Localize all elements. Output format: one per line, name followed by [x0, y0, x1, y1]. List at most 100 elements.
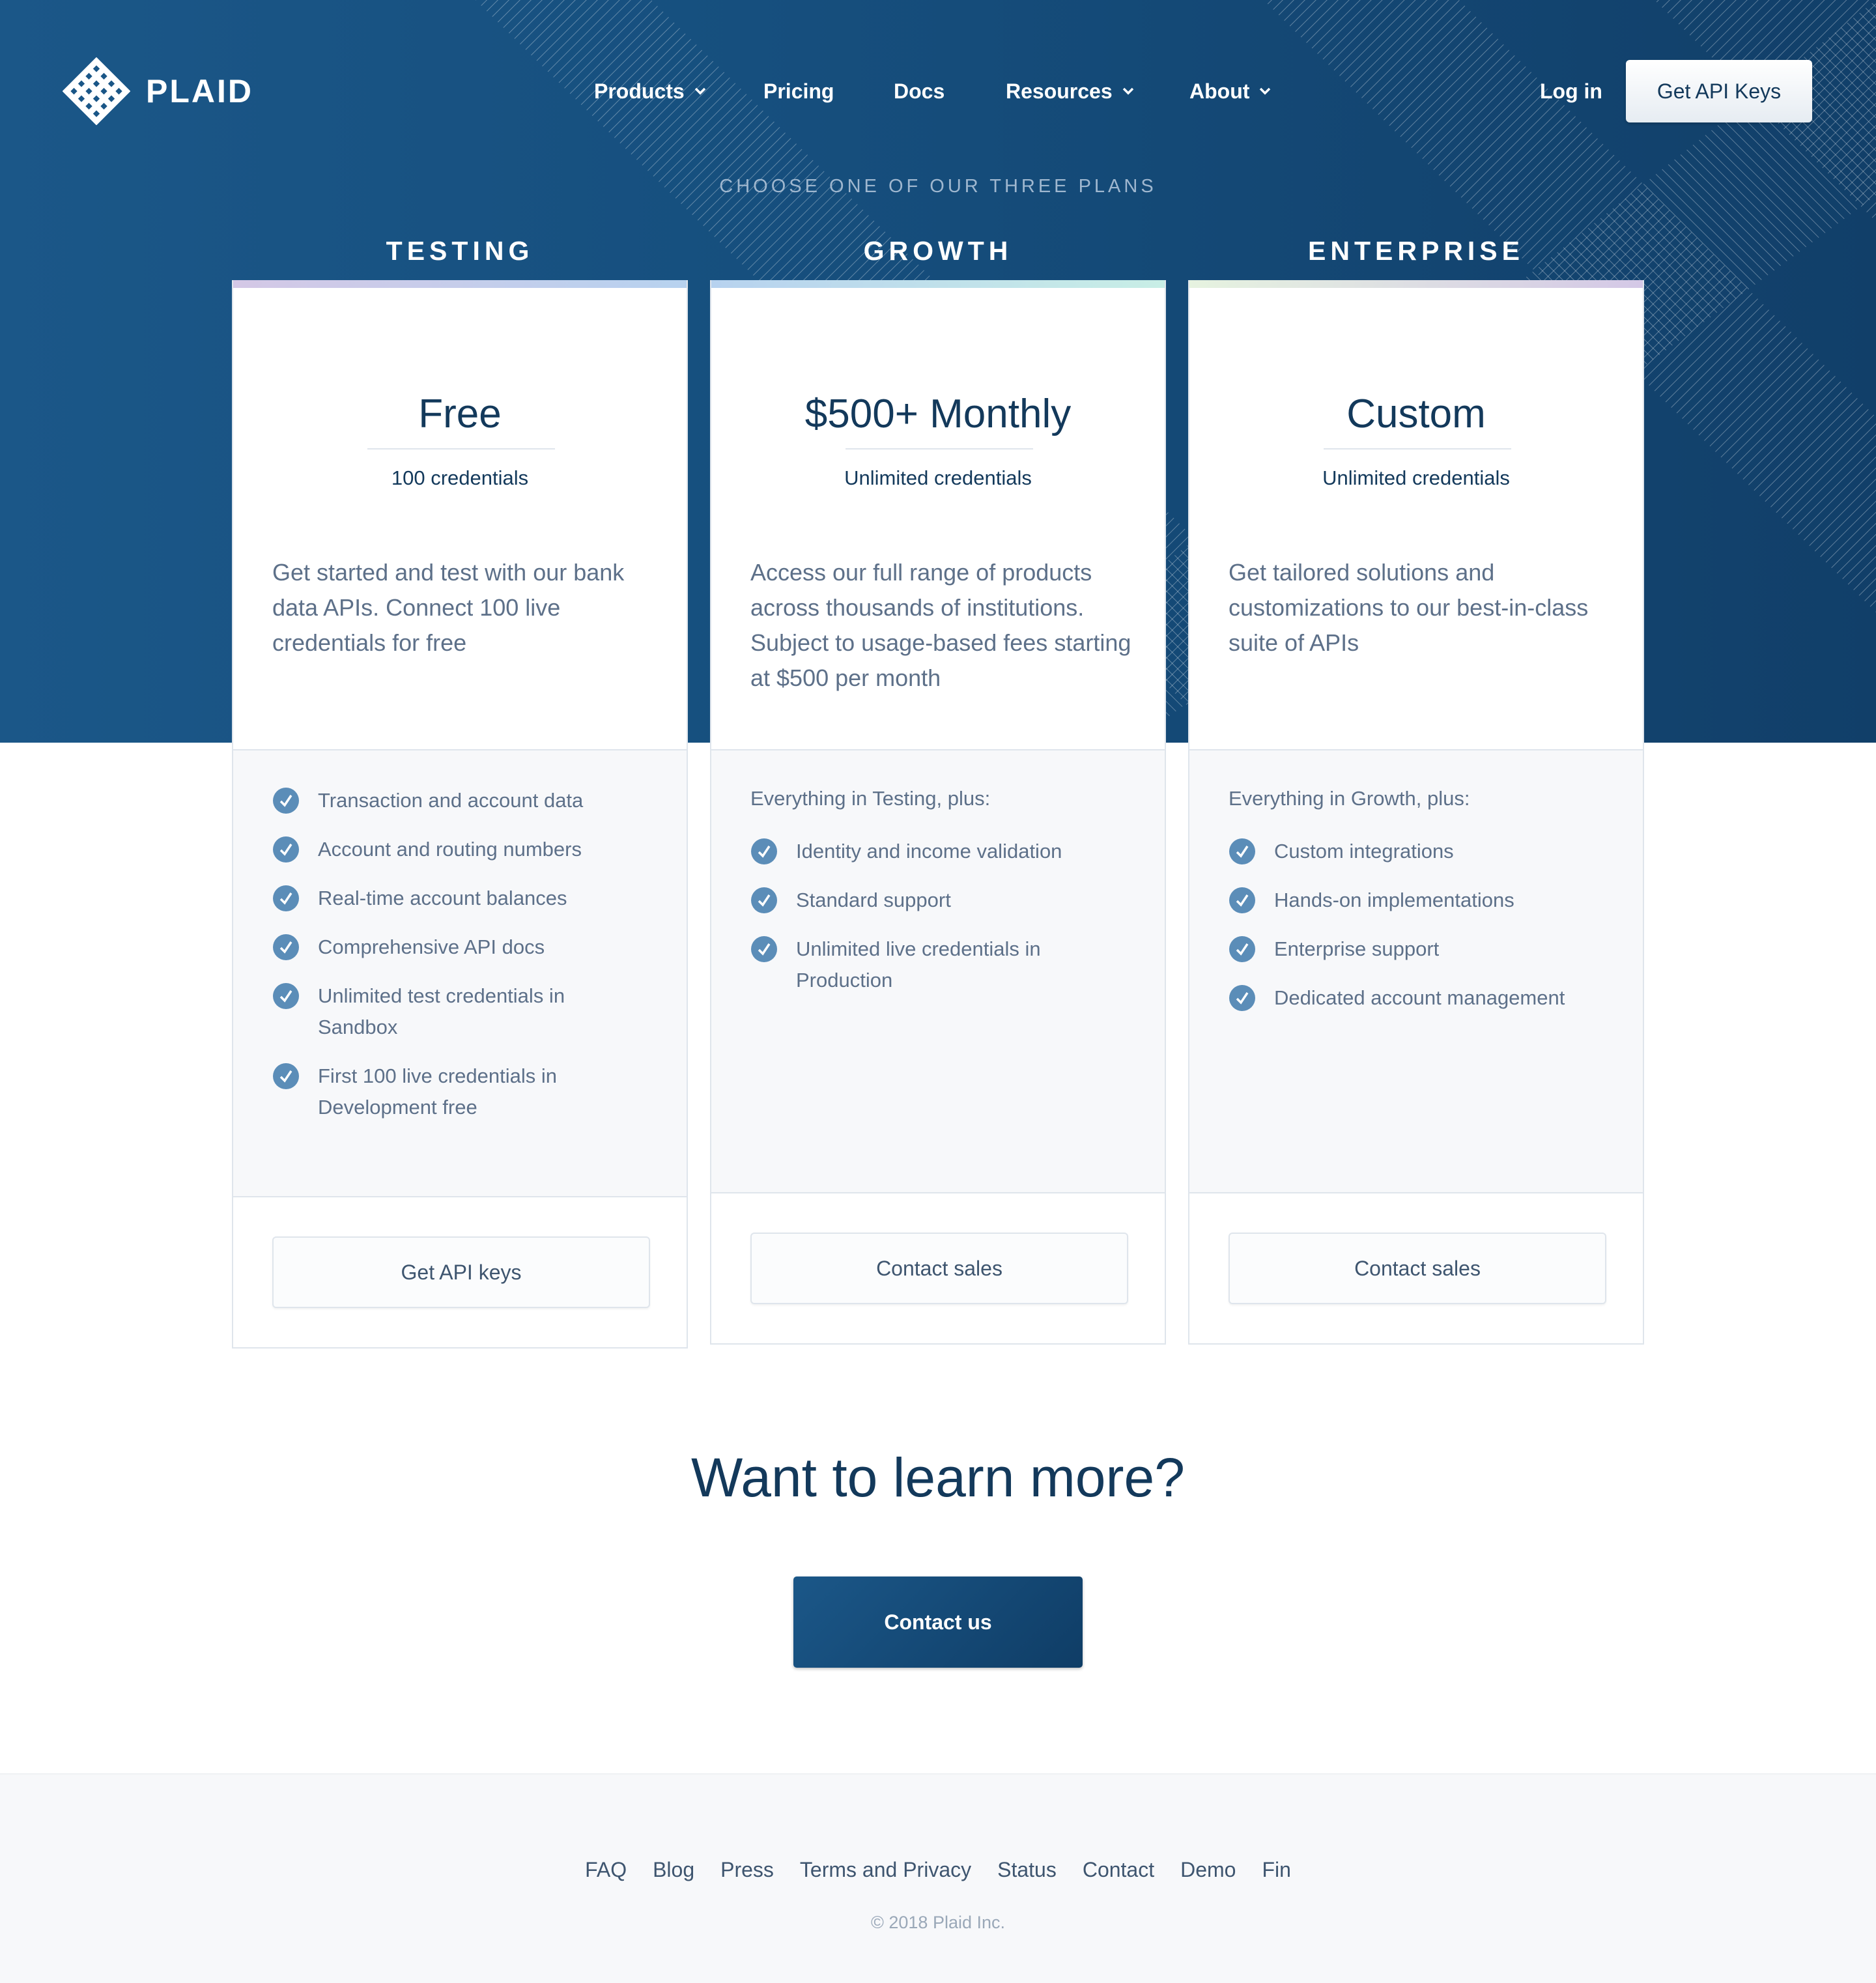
card-header: Custom Unlimited credentials Get tailore…: [1189, 288, 1643, 749]
list-item: Comprehensive API docs: [272, 934, 647, 963]
nav-item-label: Docs: [894, 79, 945, 103]
feature-list: Everything in Growth, plus: Custom integ…: [1189, 749, 1643, 1193]
plan-price: Free: [418, 392, 502, 436]
check-circle-icon: [751, 887, 777, 913]
feature-text: Real-time account balances: [318, 887, 567, 909]
check-circle-icon: [1229, 985, 1255, 1011]
list-item: Real-time account balances: [272, 885, 647, 914]
list-item: Dedicated account management: [1229, 984, 1604, 1014]
footer-link-blog[interactable]: Blog: [653, 1858, 694, 1882]
list-item: Identity and income validation: [750, 838, 1126, 867]
list-item: First 100 live credentials in Developmen…: [272, 1063, 647, 1123]
list-item: Custom integrations: [1229, 838, 1604, 867]
check-circle-icon: [273, 836, 299, 863]
plan-card-growth: $500+ Monthly Unlimited credentials Acce…: [710, 280, 1166, 1345]
check-circle-icon: [751, 936, 777, 962]
check-circle-icon: [1229, 887, 1255, 913]
features-intro: Everything in Growth, plus:: [1229, 787, 1470, 810]
contact-sales-button[interactable]: Contact sales: [1229, 1233, 1606, 1304]
site-footer: FAQ Blog Press Terms and Privacy Status …: [0, 1773, 1876, 1983]
check-circle-icon: [273, 934, 299, 960]
check-circle-icon: [1229, 838, 1255, 864]
footer-links: FAQ Blog Press Terms and Privacy Status …: [0, 1858, 1876, 1882]
plan-description: Access our full range of products across…: [750, 559, 1131, 691]
card-header: $500+ Monthly Unlimited credentials Acce…: [711, 288, 1165, 749]
list-item: Unlimited live credentials in Production: [750, 935, 1126, 996]
plan-credentials: 100 credentials: [391, 466, 529, 489]
plan-name-growth: GROWTH: [863, 236, 1013, 266]
plan-name-testing: TESTING: [386, 236, 534, 266]
footer-link-terms[interactable]: Terms and Privacy: [800, 1858, 971, 1882]
plan-price: $500+ Monthly: [804, 392, 1072, 436]
list-item: Account and routing numbers: [272, 836, 647, 865]
footer-link-contact[interactable]: Contact: [1083, 1858, 1154, 1882]
feature-text: Transaction and account data: [318, 789, 584, 812]
feature-text: Unlimited test credentials in Sandbox: [318, 984, 565, 1038]
learn-more-heading: Want to learn more?: [691, 1447, 1185, 1508]
nav-item-label: About: [1189, 79, 1250, 103]
feature-text: Custom integrations: [1274, 840, 1454, 863]
nav-item-pricing[interactable]: Pricing: [763, 75, 834, 107]
card-accent-bar: [233, 280, 687, 288]
plan-price: Custom: [1346, 392, 1486, 436]
copyright: © 2018 Plaid Inc.: [870, 1913, 1006, 1932]
footer-link-fin[interactable]: Fin: [1262, 1858, 1290, 1882]
feature-text: Identity and income validation: [796, 840, 1062, 863]
list-item: Unlimited test credentials in Sandbox: [272, 982, 647, 1043]
plan-card-enterprise: Custom Unlimited credentials Get tailore…: [1188, 280, 1644, 1345]
footer-link-faq[interactable]: FAQ: [585, 1858, 627, 1882]
divider: [846, 448, 1033, 449]
feature-text: Unlimited live credentials in Production: [796, 937, 1041, 992]
plan-credentials: Unlimited credentials: [1322, 466, 1510, 489]
nav-item-products[interactable]: Products: [594, 75, 707, 107]
nav-item-resources[interactable]: Resources: [1006, 75, 1135, 107]
check-circle-icon: [273, 983, 299, 1009]
feature-text: Account and routing numbers: [318, 838, 582, 861]
list-item: Transaction and account data: [272, 787, 647, 816]
login-link[interactable]: Log in: [1540, 75, 1602, 107]
nav-item-label: Resources: [1006, 79, 1113, 103]
chevron-down-icon: [1260, 87, 1271, 95]
feature-list: Everything in Testing, plus: Identity an…: [711, 749, 1165, 1193]
plans-kicker: CHOOSE ONE OF OUR THREE PLANS: [719, 176, 1157, 197]
feature-text: Hands-on implementations: [1274, 889, 1514, 911]
footer-link-status[interactable]: Status: [997, 1858, 1057, 1882]
feature-list: Transaction and account data Account and…: [233, 749, 687, 1197]
card-accent-bar: [1189, 280, 1643, 288]
divider: [367, 448, 555, 449]
get-api-keys-button[interactable]: Get API Keys: [1626, 60, 1812, 122]
check-circle-icon: [751, 838, 777, 864]
contact-sales-button[interactable]: Contact sales: [750, 1233, 1128, 1304]
divider: [1324, 448, 1511, 449]
feature-text: First 100 live credentials in Developmen…: [318, 1064, 557, 1119]
nav-item-docs[interactable]: Docs: [894, 75, 945, 107]
plan-description: Get tailored solutions and customization…: [1229, 559, 1589, 656]
chevron-down-icon: [694, 87, 705, 95]
feature-text: Dedicated account management: [1274, 986, 1565, 1009]
plan-card-testing: Free 100 credentials Get started and tes…: [232, 280, 688, 1348]
feature-text: Comprehensive API docs: [318, 935, 545, 958]
chevron-down-icon: [1122, 87, 1133, 95]
nav-item-about[interactable]: About: [1189, 75, 1272, 107]
feature-text: Enterprise support: [1274, 937, 1440, 960]
plan-name-enterprise: ENTERPRISE: [1308, 236, 1524, 266]
list-item: Hands-on implementations: [1229, 887, 1604, 916]
check-circle-icon: [273, 885, 299, 911]
nav-item-label: Products: [594, 79, 685, 103]
get-api-keys-plan-button[interactable]: Get API keys: [272, 1236, 650, 1308]
plan-description: Get started and test with our bank data …: [272, 559, 625, 656]
card-accent-bar: [711, 280, 1165, 288]
feature-text: Standard support: [796, 889, 951, 911]
card-footer: Contact sales: [1189, 1193, 1643, 1343]
contact-us-button[interactable]: Contact us: [793, 1576, 1083, 1668]
features-intro: Everything in Testing, plus:: [750, 787, 991, 810]
footer-link-demo[interactable]: Demo: [1180, 1858, 1236, 1882]
card-footer: Contact sales: [711, 1193, 1165, 1343]
check-circle-icon: [273, 788, 299, 814]
plan-credentials: Unlimited credentials: [844, 466, 1032, 489]
list-item: Enterprise support: [1229, 935, 1604, 965]
nav-item-label: Pricing: [763, 79, 834, 103]
card-header: Free 100 credentials Get started and tes…: [233, 288, 687, 749]
footer-link-press[interactable]: Press: [720, 1858, 774, 1882]
check-circle-icon: [273, 1063, 299, 1089]
